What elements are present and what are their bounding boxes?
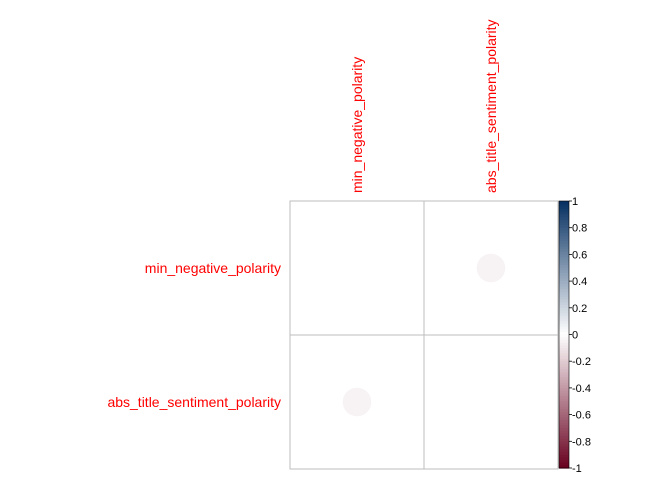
color-legend — [558, 200, 570, 469]
row-labels: min_negative_polarity abs_title_sentiment… — [107, 260, 281, 410]
column-labels: min_negative_polarity abs_title_sentiment… — [349, 19, 499, 193]
color-legend-tick-label: 0 — [572, 330, 578, 342]
plot-cells — [289, 200, 559, 470]
grid-cell — [289, 200, 425, 336]
row-label: min_negative_polarity — [145, 260, 281, 276]
color-legend-tick-label: -0.6 — [572, 410, 591, 422]
correlation-circle — [342, 387, 372, 417]
color-legend-ticks: -1 -0.8 -0.6 -0.4 -0.2 0 0.2 0.4 0.6 0.8 1 — [569, 196, 591, 475]
correlation-circle — [476, 253, 506, 283]
grid-cell — [423, 334, 559, 470]
column-label: min_negative_polarity — [349, 57, 365, 193]
color-legend-tick-label: 0.2 — [572, 303, 587, 315]
color-legend-tick-label: 0.8 — [572, 223, 587, 235]
color-legend-tick-label: 0.4 — [572, 276, 587, 288]
color-legend-tick-label: -0.2 — [572, 356, 591, 368]
color-legend-tick-label: -0.4 — [572, 383, 591, 395]
color-legend-tick-label: -0.8 — [572, 436, 591, 448]
color-legend-tick-label: 0.6 — [572, 249, 587, 261]
column-label: abs_title_sentiment_polarity — [483, 19, 499, 193]
color-legend-tick-label: 1 — [572, 196, 578, 208]
row-label: abs_title_sentiment_polarity — [107, 394, 281, 410]
correlation-plot: min_negative_polarity abs_title_sentiment… — [107, 19, 591, 475]
color-legend-tick-label: -1 — [572, 463, 582, 475]
